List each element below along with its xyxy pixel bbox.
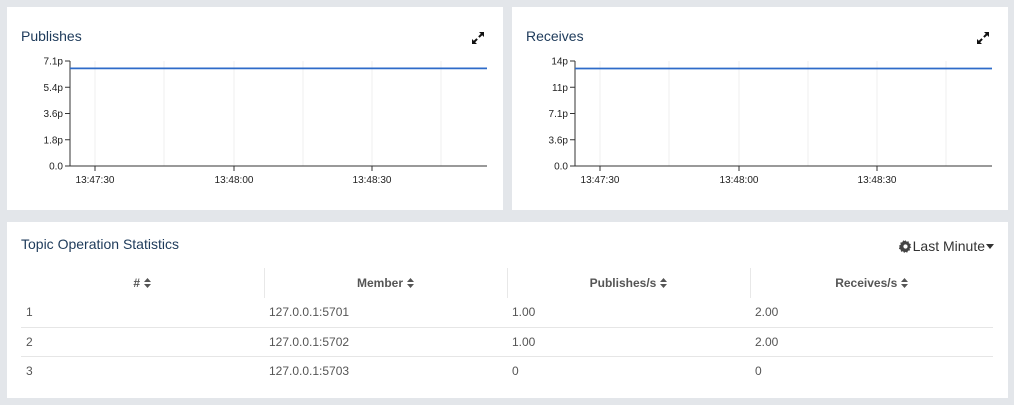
time-range-dropdown[interactable]: Last Minute — [898, 238, 994, 254]
x-tick-label: 13:48:00 — [215, 175, 254, 186]
cell-publishes: 1.00 — [507, 326, 750, 356]
receives-title: Receives — [526, 28, 584, 44]
cell-index: 2 — [21, 326, 264, 356]
column-header-publishes[interactable]: Publishes/s — [506, 268, 750, 298]
y-tick-label: 7.1p — [549, 109, 569, 120]
table-header-row: # Member Publishes/s Receives/s — [21, 268, 993, 298]
sort-icon — [144, 278, 152, 288]
x-tick-label: 13:48:00 — [720, 175, 759, 186]
cell-member: 127.0.0.1:5703 — [264, 355, 507, 385]
cell-index: 3 — [21, 355, 264, 385]
sort-icon — [901, 278, 909, 288]
column-header-member[interactable]: Member — [263, 268, 507, 298]
y-tick-label: 0.0 — [49, 162, 63, 173]
cell-receives: 2.00 — [755, 305, 779, 320]
cell-receives: 2.00 — [750, 326, 993, 356]
y-tick-label: 3.6p — [44, 109, 64, 120]
stats-table: # Member Publishes/s Receives/s 1 127.0.… — [21, 268, 993, 385]
column-header-receives[interactable]: Receives/s — [749, 268, 993, 298]
publishes-panel: Publishes 0.0 1.8p 3.6p 5.4p 7.1p 13:47:30 13:… — [7, 7, 503, 210]
gear-icon — [898, 239, 911, 253]
expand-icon[interactable] — [976, 31, 990, 45]
y-tick-label: 5.4p — [44, 83, 64, 94]
receives-chart: 0.0 3.6p 7.1p 11p 14p 13:47:30 13:48:00 13:48:3… — [549, 57, 992, 186]
cell-publishes: 0 — [507, 355, 750, 385]
sort-icon — [660, 278, 668, 288]
time-range-label: Last Minute — [912, 238, 985, 254]
cell-publishes: 1.00 — [512, 305, 536, 320]
y-tick-label: 11p — [552, 83, 568, 94]
table-row: 3 127.0.0.1:5703 0 0 — [21, 355, 993, 385]
y-tick-label: 7.1p — [44, 57, 64, 68]
table-row: 1 127.0.0.1:5701 1.00 2.00 — [21, 298, 993, 327]
sort-icon — [407, 278, 414, 288]
table-row: 2 127.0.0.1:5702 1.00 2.00 — [21, 326, 993, 356]
x-tick-label: 13:48:30 — [353, 175, 392, 186]
caret-down-icon — [986, 243, 994, 249]
cell-index: 1 — [26, 305, 33, 320]
x-tick-label: 13:47:30 — [76, 175, 115, 186]
y-tick-label: 1.8p — [44, 135, 64, 146]
x-tick-label: 13:48:30 — [858, 175, 897, 186]
cell-receives: 0 — [750, 355, 993, 385]
y-tick-label: 14p — [551, 57, 568, 68]
receives-panel: Receives 0.0 3.6p 7.1p 11p 14p 13:47:30 13:48:… — [512, 7, 1008, 210]
cell-member: 127.0.0.1:5702 — [264, 326, 507, 356]
stats-title: Topic Operation Statistics — [21, 236, 179, 252]
publishes-chart: 0.0 1.8p 3.6p 5.4p 7.1p 13:47:30 13:48:00 13:48… — [44, 57, 487, 186]
expand-icon[interactable] — [471, 31, 485, 45]
y-tick-label: 0.0 — [554, 162, 568, 173]
topic-stats-panel: Topic Operation Statistics Last Minute #… — [7, 222, 1008, 398]
x-tick-label: 13:47:30 — [581, 175, 620, 186]
cell-member: 127.0.0.1:5701 — [269, 305, 350, 320]
y-tick-label: 3.6p — [549, 135, 569, 146]
publishes-title: Publishes — [21, 28, 82, 44]
column-header-index[interactable]: # — [21, 268, 264, 298]
